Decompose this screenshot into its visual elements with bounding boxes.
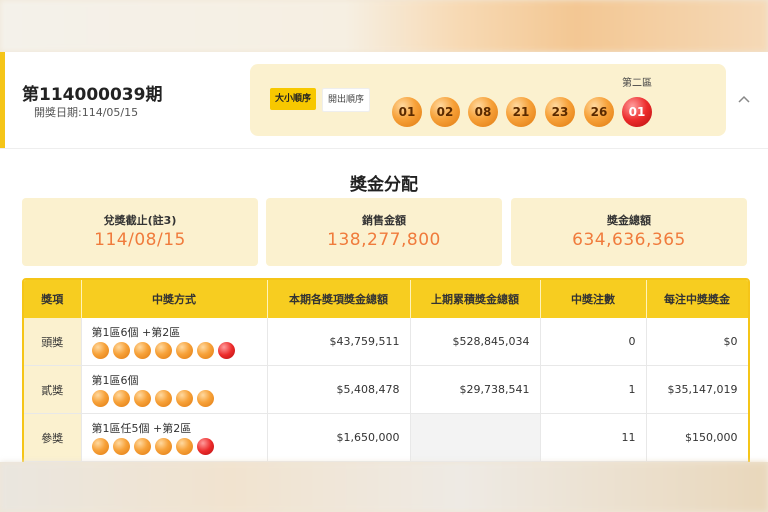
prize-per-ticket: $0 xyxy=(646,318,748,366)
table-header-row: 獎項 中獎方式 本期各獎項獎金總額 上期累積獎金總額 中獎注數 每注中獎獎金 xyxy=(24,280,748,318)
win-method: 第1區任5個 +第2區 xyxy=(81,413,268,462)
win-method-text: 第1區6個 xyxy=(91,374,139,387)
zone2-label: 第二區 xyxy=(622,78,652,89)
ball-icon xyxy=(112,438,130,455)
win-method: 第1區6個 xyxy=(81,365,268,414)
prize-per-ticket: $150,000 xyxy=(646,413,748,462)
chevron-up-icon[interactable] xyxy=(738,92,750,106)
prize-tier: 頭獎 xyxy=(24,318,82,366)
stat-claim-deadline: 兌獎截止(註3) 114/08/15 xyxy=(22,198,258,266)
prize-tier: 貳獎 xyxy=(24,365,82,414)
win-method-text: 第1區任5個 +第2區 xyxy=(91,422,192,435)
blurred-background-top xyxy=(0,0,768,52)
stat-sales-amount: 銷售金額 138,277,800 xyxy=(266,198,502,266)
sort-by-size-button[interactable]: 大小順序 xyxy=(270,88,317,110)
prize-table: 獎項 中獎方式 本期各獎項獎金總額 上期累積獎金總額 中獎注數 每注中獎獎金 頭… xyxy=(22,278,750,462)
column-header: 上期累積獎金總額 xyxy=(410,280,541,318)
special-ball-icon xyxy=(196,438,214,455)
stat-value: 138,277,800 xyxy=(327,230,441,250)
stat-prize-total: 獎金總額 634,636,365 xyxy=(511,198,747,266)
ball-icon xyxy=(154,438,172,455)
ball-icon xyxy=(196,390,214,407)
table-row: 貳獎 第1區6個 $5,408,478 $29,738,541 1 $35,147,019 xyxy=(24,365,748,414)
ball-icon xyxy=(112,342,130,359)
winning-numbers-panel: 大小順序 開出順序 第二區 01 02 08 21 23 26 01 xyxy=(250,64,726,136)
previous-accumulated xyxy=(410,413,541,462)
sort-by-draw-order-button[interactable]: 開出順序 xyxy=(322,88,371,112)
current-prize-total: $5,408,478 xyxy=(267,365,411,414)
prize-distribution-title: 獎金分配 xyxy=(350,175,418,195)
column-header: 每注中獎獎金 xyxy=(646,280,748,318)
special-ball-icon xyxy=(217,342,235,359)
winning-ball: 21 xyxy=(506,97,536,127)
winning-ball: 23 xyxy=(545,97,575,127)
win-method-balls xyxy=(91,390,257,407)
ball-icon xyxy=(175,342,193,359)
table-row: 參獎 第1區任5個 +第2區 $1,650,000 11 $150,000 xyxy=(24,413,748,462)
previous-accumulated: $29,738,541 xyxy=(410,365,541,414)
ball-icon xyxy=(175,390,193,407)
ball-icon xyxy=(154,342,172,359)
ball-icon xyxy=(154,390,172,407)
winning-ball: 01 xyxy=(392,97,422,127)
previous-accumulated: $528,845,034 xyxy=(410,318,541,366)
stat-value: 114/08/15 xyxy=(94,230,186,250)
issue-number: 第114000039期 xyxy=(22,85,163,105)
stat-label: 兌獎截止(註3) xyxy=(103,214,177,227)
win-method-balls xyxy=(91,342,257,359)
blurred-background-bottom xyxy=(0,462,768,512)
lottery-result-card: 第114000039期 開獎日期:114/05/15 大小順序 開出順序 第二區… xyxy=(0,52,768,462)
ball-icon xyxy=(133,342,151,359)
win-method-balls xyxy=(91,438,257,455)
ball-icon xyxy=(133,390,151,407)
column-header: 本期各獎項獎金總額 xyxy=(267,280,411,318)
ball-icon xyxy=(91,342,109,359)
ball-icon xyxy=(91,390,109,407)
winning-ball: 02 xyxy=(430,97,460,127)
winner-count: 11 xyxy=(540,413,647,462)
ball-icon xyxy=(133,438,151,455)
winning-ball: 08 xyxy=(468,97,498,127)
table-row: 頭獎 第1區6個 +第2區 $43,759,511 $528,845,034 0 $0 xyxy=(24,318,748,366)
column-header: 中獎方式 xyxy=(81,280,268,318)
current-prize-total: $43,759,511 xyxy=(267,318,411,366)
ball-icon xyxy=(175,438,193,455)
win-method: 第1區6個 +第2區 xyxy=(81,318,268,366)
stat-value: 634,636,365 xyxy=(572,230,686,250)
column-header: 獎項 xyxy=(24,280,82,318)
win-method-text: 第1區6個 +第2區 xyxy=(91,326,181,339)
prize-tier: 參獎 xyxy=(24,413,82,462)
stat-label: 銷售金額 xyxy=(362,214,406,227)
column-header: 中獎注數 xyxy=(540,280,647,318)
draw-header: 第114000039期 開獎日期:114/05/15 大小順序 開出順序 第二區… xyxy=(0,52,768,149)
draw-date: 開獎日期:114/05/15 xyxy=(34,106,139,119)
winning-ball: 26 xyxy=(584,97,614,127)
ball-icon xyxy=(196,342,214,359)
current-prize-total: $1,650,000 xyxy=(267,413,411,462)
winner-count: 0 xyxy=(540,318,647,366)
special-ball: 01 xyxy=(622,97,652,127)
ball-icon xyxy=(112,390,130,407)
ball-icon xyxy=(91,438,109,455)
stat-label: 獎金總額 xyxy=(607,214,651,227)
prize-per-ticket: $35,147,019 xyxy=(646,365,748,414)
winner-count: 1 xyxy=(540,365,647,414)
